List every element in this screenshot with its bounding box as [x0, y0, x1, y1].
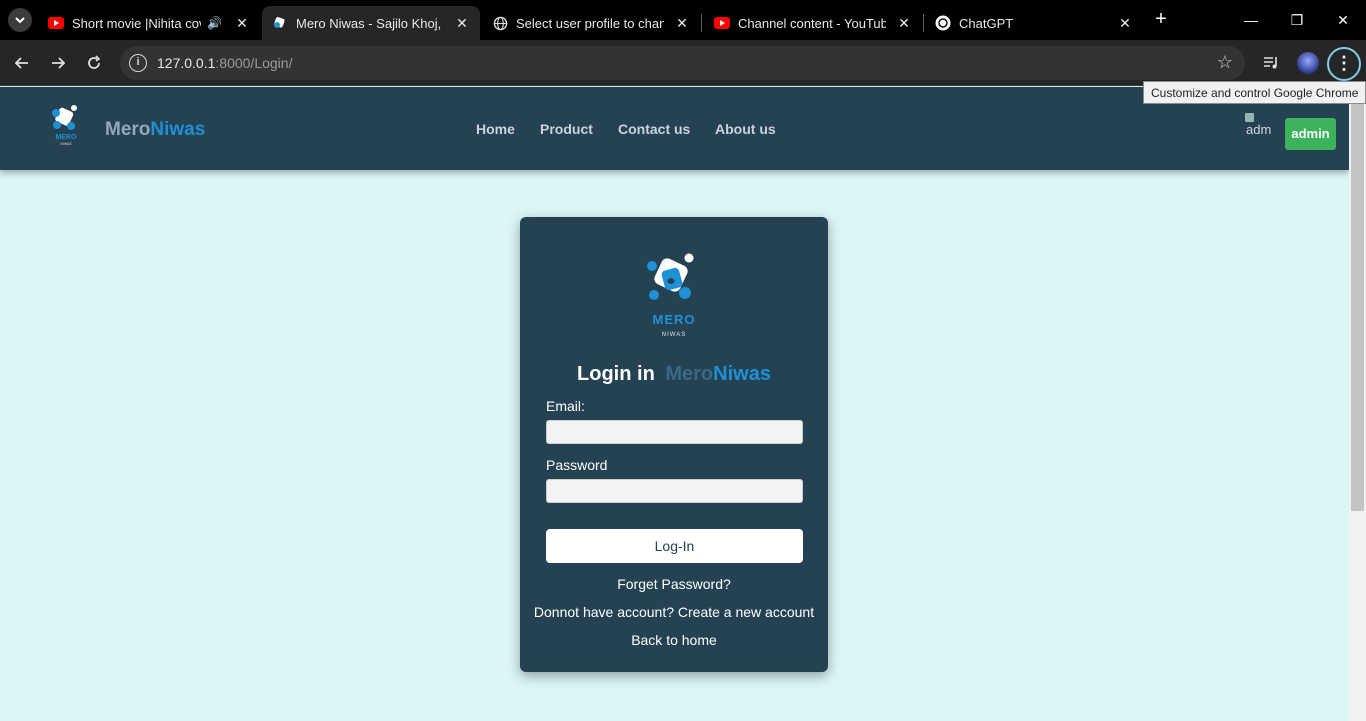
browser-tab-strip: Short movie |Nihita cove 🔊 ✕ Mero Niwas …: [0, 0, 1366, 40]
password-field[interactable]: [546, 479, 803, 503]
meroniwas-favicon: [272, 15, 288, 31]
login-title: Login in MeroNiwas: [577, 363, 771, 385]
site-logo[interactable]: MERO NIWAS: [50, 104, 82, 146]
close-tab-icon[interactable]: ✕: [232, 15, 252, 32]
forgot-password-link[interactable]: Forget Password?: [520, 576, 828, 592]
nav-product[interactable]: Product: [540, 121, 593, 137]
svg-text:NIWAS: NIWAS: [60, 142, 72, 146]
chrome-menu-button[interactable]: ⋮: [1327, 47, 1361, 81]
broken-image-icon: [1245, 113, 1254, 122]
kebab-menu-icon: ⋮: [1335, 53, 1353, 73]
nav-about-us[interactable]: About us: [715, 121, 776, 137]
globe-icon: [492, 15, 508, 31]
chevron-down-icon: [15, 17, 25, 24]
nav-home[interactable]: Home: [476, 121, 515, 137]
close-tab-icon[interactable]: ✕: [894, 15, 914, 32]
login-card: MERO NIWAS Login in MeroNiwas Email: Pas…: [520, 217, 828, 672]
page-scrollbar[interactable]: [1349, 87, 1366, 721]
speaker-icon[interactable]: 🔊: [207, 16, 222, 30]
nav-contact-us[interactable]: Contact us: [618, 121, 690, 137]
tab-channel-content[interactable]: Channel content - YouTube S ✕: [704, 6, 922, 40]
url-text: 127.0.0.1:8000/Login/: [157, 55, 293, 71]
youtube-icon: [714, 15, 730, 31]
tab-title: Short movie |Nihita cove: [72, 15, 202, 31]
login-logo: MERO NIWAS: [645, 253, 703, 339]
browser-toolbar: i 127.0.0.1:8000/Login/ ☆: [0, 40, 1366, 86]
chatgpt-icon: [935, 15, 951, 31]
bookmark-star-icon[interactable]: ☆: [1217, 52, 1233, 73]
password-label: Password: [546, 457, 608, 473]
close-tab-icon[interactable]: ✕: [1115, 15, 1135, 32]
tab-title: ChatGPT: [959, 15, 1014, 31]
site-info-icon[interactable]: i: [129, 54, 147, 72]
tab-title: Mero Niwas - Sajilo Khoj, Saj: [296, 15, 444, 31]
tab-title: Channel content - YouTube S: [738, 15, 886, 31]
profile-avatar[interactable]: [1297, 52, 1319, 74]
tab-title: Select user profile to change: [516, 15, 664, 31]
email-label: Email:: [546, 398, 585, 414]
email-field[interactable]: [546, 420, 803, 444]
create-account-link[interactable]: Donnot have account? Create a new accoun…: [520, 604, 828, 620]
back-arrow-icon: [14, 57, 28, 69]
close-tab-icon[interactable]: ✕: [672, 15, 692, 32]
forward-arrow-icon: [52, 57, 66, 69]
youtube-icon: [48, 15, 64, 31]
reload-icon: [88, 55, 101, 69]
tab-select-user[interactable]: Select user profile to change ✕: [482, 6, 700, 40]
user-avatar[interactable]: adm: [1245, 113, 1277, 143]
scrollbar-thumb[interactable]: [1351, 87, 1364, 511]
media-control-icon[interactable]: [1259, 51, 1283, 75]
svg-text:MERO: MERO: [653, 312, 696, 327]
minimize-button[interactable]: —: [1236, 8, 1266, 32]
tab-chatgpt[interactable]: ChatGPT ✕: [925, 6, 1143, 40]
close-tab-icon[interactable]: ✕: [452, 15, 472, 32]
svg-text:NIWAS: NIWAS: [662, 332, 686, 338]
tab-separator: [701, 14, 702, 32]
back-to-home-link[interactable]: Back to home: [520, 632, 828, 648]
restore-button[interactable]: ❐: [1282, 8, 1312, 32]
svg-text:MERO: MERO: [56, 134, 78, 141]
reload-button[interactable]: [82, 51, 106, 75]
tab-short-movie[interactable]: Short movie |Nihita cove 🔊 ✕: [38, 6, 260, 40]
login-button[interactable]: Log-In: [546, 529, 803, 563]
close-window-button[interactable]: ✕: [1328, 8, 1358, 32]
tab-search-button[interactable]: [8, 8, 32, 32]
tab-mero-niwas[interactable]: Mero Niwas - Sajilo Khoj, Saj ✕: [262, 6, 480, 40]
new-tab-button[interactable]: +: [1150, 8, 1172, 32]
tab-separator: [923, 14, 924, 32]
tooltip: Customize and control Google Chrome: [1143, 81, 1366, 104]
admin-button[interactable]: admin: [1285, 118, 1336, 150]
brand-name[interactable]: MeroNiwas: [105, 119, 205, 141]
address-bar[interactable]: i 127.0.0.1:8000/Login/ ☆: [120, 46, 1245, 80]
back-button[interactable]: [10, 51, 34, 75]
forward-button[interactable]: [46, 51, 70, 75]
